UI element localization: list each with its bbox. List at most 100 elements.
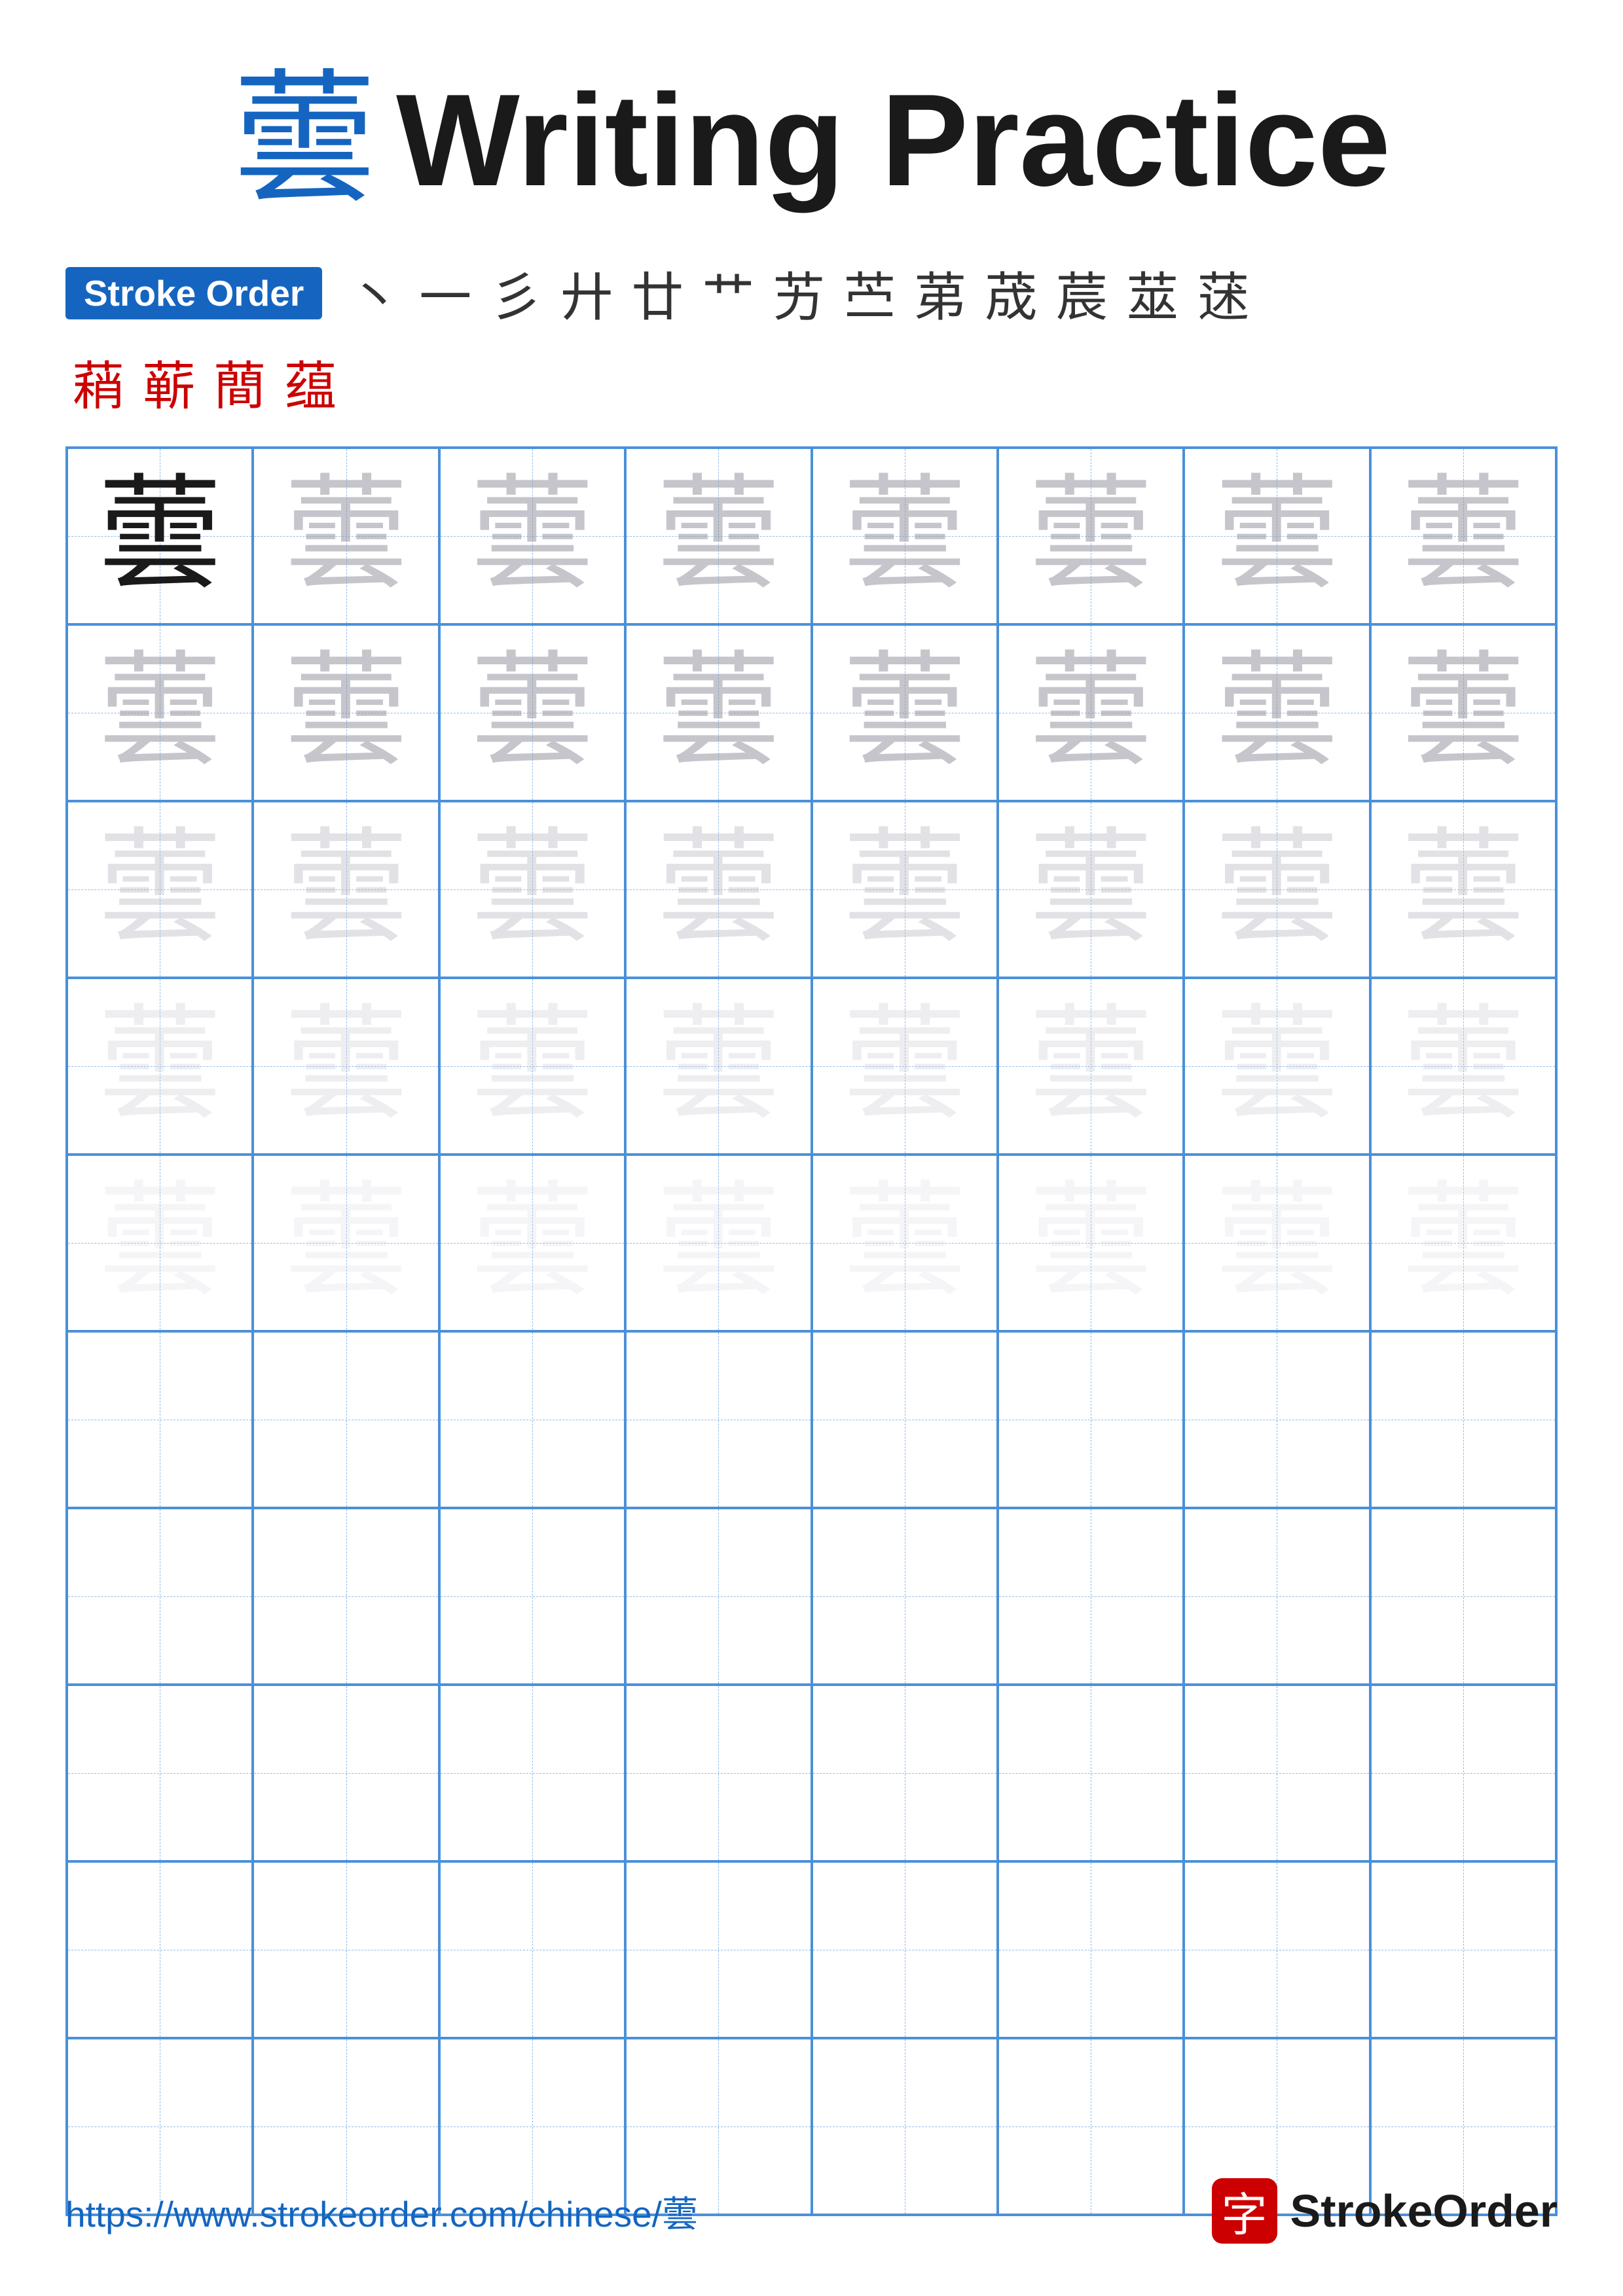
grid-cell-1-1[interactable]: 蕓 xyxy=(67,448,253,624)
grid-cell-5-7[interactable]: 蕓 xyxy=(1184,1155,1370,1331)
grid-cell-6-7[interactable] xyxy=(1184,1331,1370,1508)
practice-char: 蕓 xyxy=(1214,827,1339,952)
grid-cell-4-6[interactable]: 蕓 xyxy=(998,978,1184,1155)
footer-url[interactable]: https://www.strokeorder.com/chinese/蕓 xyxy=(65,2185,698,2237)
grid-cell-6-5[interactable] xyxy=(812,1331,998,1508)
grid-cell-4-1[interactable]: 蕓 xyxy=(67,978,253,1155)
practice-char: 蕓 xyxy=(843,827,967,952)
practice-char: 蕓 xyxy=(1029,827,1153,952)
grid-cell-8-6[interactable] xyxy=(998,1685,1184,1861)
practice-char: 蕓 xyxy=(98,474,222,598)
practice-char: 蕓 xyxy=(1214,651,1339,775)
grid-cell-4-3[interactable]: 蕓 xyxy=(439,978,625,1155)
stroke-1: 丶 xyxy=(348,255,401,331)
grid-cell-7-7[interactable] xyxy=(1184,1508,1370,1685)
practice-char: 蕓 xyxy=(656,1004,780,1128)
grid-cell-2-7[interactable]: 蕓 xyxy=(1184,624,1370,801)
grid-cell-9-6[interactable] xyxy=(998,1861,1184,2038)
grid-cell-9-4[interactable] xyxy=(625,1861,811,2038)
grid-cell-2-2[interactable]: 蕓 xyxy=(253,624,439,801)
grid-cell-4-2[interactable]: 蕓 xyxy=(253,978,439,1155)
grid-cell-3-2[interactable]: 蕓 xyxy=(253,801,439,978)
grid-cell-5-3[interactable]: 蕓 xyxy=(439,1155,625,1331)
grid-cell-7-1[interactable] xyxy=(67,1508,253,1685)
grid-cell-4-4[interactable]: 蕓 xyxy=(625,978,811,1155)
grid-cell-5-1[interactable]: 蕓 xyxy=(67,1155,253,1331)
grid-cell-1-2[interactable]: 蕓 xyxy=(253,448,439,624)
grid-cell-8-4[interactable] xyxy=(625,1685,811,1861)
grid-cell-3-1[interactable]: 蕓 xyxy=(67,801,253,978)
grid-cell-7-4[interactable] xyxy=(625,1508,811,1685)
grid-cell-3-5[interactable]: 蕓 xyxy=(812,801,998,978)
grid-cell-3-7[interactable]: 蕓 xyxy=(1184,801,1370,978)
practice-char: 蕓 xyxy=(284,474,409,598)
grid-cell-1-7[interactable]: 蕓 xyxy=(1184,448,1370,624)
grid-cell-3-8[interactable]: 蕓 xyxy=(1370,801,1556,978)
grid-cell-3-6[interactable]: 蕓 xyxy=(998,801,1184,978)
grid-cell-9-7[interactable] xyxy=(1184,1861,1370,2038)
grid-cell-4-5[interactable]: 蕓 xyxy=(812,978,998,1155)
grid-cell-8-7[interactable] xyxy=(1184,1685,1370,1861)
grid-cell-1-5[interactable]: 蕓 xyxy=(812,448,998,624)
grid-cell-9-3[interactable] xyxy=(439,1861,625,2038)
practice-grid: 蕓 蕓 蕓 蕓 蕓 蕓 蕓 蕓 xyxy=(65,446,1558,2216)
grid-cell-9-2[interactable] xyxy=(253,1861,439,2038)
grid-cell-7-6[interactable] xyxy=(998,1508,1184,1685)
grid-row-6 xyxy=(67,1331,1556,1508)
practice-char: 蕓 xyxy=(1214,1004,1339,1128)
grid-cell-6-8[interactable] xyxy=(1370,1331,1556,1508)
grid-cell-6-3[interactable] xyxy=(439,1331,625,1508)
grid-cell-8-3[interactable] xyxy=(439,1685,625,1861)
grid-cell-3-4[interactable]: 蕓 xyxy=(625,801,811,978)
stroke-order-row2: 蕱 蕲 蕳 蕴 xyxy=(72,344,337,420)
practice-char: 蕓 xyxy=(284,1004,409,1128)
grid-cell-5-6[interactable]: 蕓 xyxy=(998,1155,1184,1331)
grid-cell-7-3[interactable] xyxy=(439,1508,625,1685)
grid-cell-9-8[interactable] xyxy=(1370,1861,1556,2038)
stroke-r2: 蕲 xyxy=(143,344,195,420)
grid-row-4: 蕓 蕓 蕓 蕓 蕓 蕓 蕓 蕓 xyxy=(67,978,1556,1155)
title-text: Writing Practice xyxy=(396,65,1391,216)
grid-cell-1-4[interactable]: 蕓 xyxy=(625,448,811,624)
grid-cell-5-4[interactable]: 蕓 xyxy=(625,1155,811,1331)
grid-cell-6-6[interactable] xyxy=(998,1331,1184,1508)
grid-cell-7-2[interactable] xyxy=(253,1508,439,1685)
grid-cell-2-1[interactable]: 蕓 xyxy=(67,624,253,801)
grid-cell-6-4[interactable] xyxy=(625,1331,811,1508)
practice-char: 蕓 xyxy=(284,1181,409,1305)
grid-cell-2-3[interactable]: 蕓 xyxy=(439,624,625,801)
grid-cell-5-8[interactable]: 蕓 xyxy=(1370,1155,1556,1331)
grid-cell-9-5[interactable] xyxy=(812,1861,998,2038)
footer-logo: 字 StrokeOrder xyxy=(1212,2178,1558,2244)
grid-cell-2-6[interactable]: 蕓 xyxy=(998,624,1184,801)
grid-cell-1-3[interactable]: 蕓 xyxy=(439,448,625,624)
grid-cell-6-1[interactable] xyxy=(67,1331,253,1508)
grid-cell-2-5[interactable]: 蕓 xyxy=(812,624,998,801)
grid-cell-5-5[interactable]: 蕓 xyxy=(812,1155,998,1331)
grid-cell-8-8[interactable] xyxy=(1370,1685,1556,1861)
grid-cell-7-5[interactable] xyxy=(812,1508,998,1685)
grid-cell-2-8[interactable]: 蕓 xyxy=(1370,624,1556,801)
grid-cell-4-8[interactable]: 蕓 xyxy=(1370,978,1556,1155)
practice-char: 蕓 xyxy=(843,474,967,598)
practice-char: 蕓 xyxy=(98,651,222,775)
practice-char: 蕓 xyxy=(1401,827,1525,952)
grid-cell-2-4[interactable]: 蕓 xyxy=(625,624,811,801)
practice-char: 蕓 xyxy=(1029,1181,1153,1305)
grid-cell-1-8[interactable]: 蕓 xyxy=(1370,448,1556,624)
grid-cell-7-8[interactable] xyxy=(1370,1508,1556,1685)
grid-cell-4-7[interactable]: 蕓 xyxy=(1184,978,1370,1155)
grid-cell-9-1[interactable] xyxy=(67,1861,253,2038)
practice-char: 蕓 xyxy=(98,1181,222,1305)
stroke-r4: 蕴 xyxy=(284,344,337,420)
practice-char: 蕓 xyxy=(470,1181,594,1305)
grid-cell-3-3[interactable]: 蕓 xyxy=(439,801,625,978)
grid-cell-8-1[interactable] xyxy=(67,1685,253,1861)
grid-cell-8-2[interactable] xyxy=(253,1685,439,1861)
grid-cell-8-5[interactable] xyxy=(812,1685,998,1861)
grid-cell-6-2[interactable] xyxy=(253,1331,439,1508)
grid-row-5: 蕓 蕓 蕓 蕓 蕓 蕓 蕓 蕓 xyxy=(67,1155,1556,1331)
grid-row-7 xyxy=(67,1508,1556,1685)
grid-cell-1-6[interactable]: 蕓 xyxy=(998,448,1184,624)
grid-cell-5-2[interactable]: 蕓 xyxy=(253,1155,439,1331)
